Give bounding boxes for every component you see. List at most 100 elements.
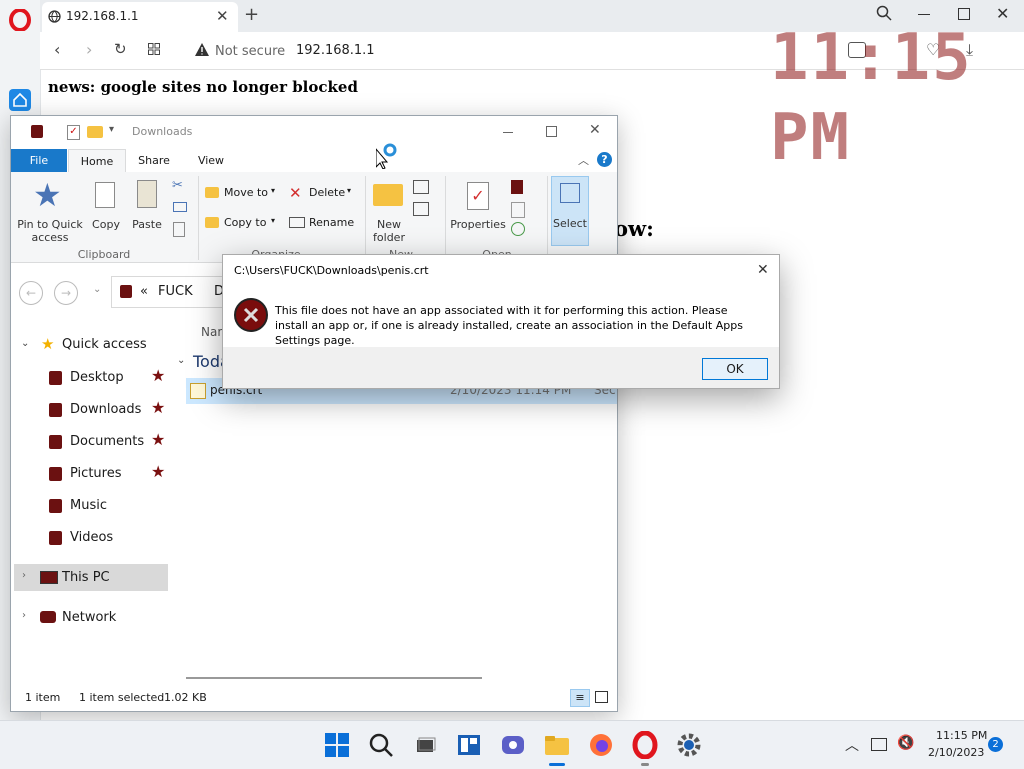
- pin-star-icon: ★: [33, 176, 62, 214]
- opera-logo-icon[interactable]: [9, 8, 31, 32]
- quick-access-chevron-icon[interactable]: ⌄: [21, 338, 29, 349]
- chat-icon[interactable]: [499, 731, 527, 759]
- widgets-icon[interactable]: [455, 731, 483, 759]
- ribbon-tab-view[interactable]: View: [186, 149, 236, 172]
- settings-gear-icon[interactable]: [675, 731, 703, 759]
- new-folder-button[interactable]: New folder: [369, 178, 409, 244]
- sidebar-item-label: Music: [70, 498, 107, 513]
- properties-check-icon[interactable]: ✓: [67, 125, 80, 140]
- opera-taskbar-icon[interactable]: [631, 730, 659, 760]
- copy-button[interactable]: Copy: [89, 178, 123, 232]
- network-chevron-icon: ›: [22, 610, 26, 621]
- horizontal-scrollbar[interactable]: [186, 677, 482, 679]
- tray-chevron-up-icon[interactable]: ︿: [845, 735, 859, 755]
- breadcrumb[interactable]: « FUCK D: [111, 276, 233, 308]
- copy-to-button[interactable]: Copy to ▾: [205, 214, 283, 236]
- url-text[interactable]: 192.168.1.1: [296, 43, 375, 58]
- ribbon-body: ★ Pin to Quick access Copy Paste ✂ Clipb…: [11, 172, 617, 263]
- notification-badge[interactable]: 2: [988, 737, 1003, 752]
- nav-back-icon[interactable]: ←: [19, 281, 43, 305]
- edit-icon[interactable]: [511, 202, 525, 218]
- select-button[interactable]: Select: [551, 176, 589, 246]
- browser-tab[interactable]: 192.168.1.1 ✕: [42, 2, 238, 32]
- folder-icon[interactable]: [87, 126, 103, 138]
- qat-chevron-down-icon[interactable]: ▾: [109, 124, 114, 135]
- paste-shortcut-icon[interactable]: [173, 222, 185, 237]
- computer-icon: [40, 571, 58, 584]
- new-folder-icon: [373, 184, 403, 206]
- folder-icon: [49, 403, 62, 417]
- minimize-icon[interactable]: [918, 14, 930, 15]
- this-pc-item[interactable]: › This PC: [14, 564, 168, 591]
- taskbar-time[interactable]: 11:15 PM: [936, 729, 987, 742]
- cut-icon[interactable]: ✂: [172, 178, 183, 193]
- page-partial-heading: ow:: [614, 216, 654, 241]
- ok-button[interactable]: OK: [702, 358, 768, 380]
- breadcrumb-icon: [120, 285, 132, 298]
- paste-button[interactable]: Paste: [129, 178, 165, 232]
- properties-icon: ✓: [467, 182, 489, 210]
- taskbar-date[interactable]: 2/10/2023: [928, 746, 984, 759]
- forward-icon[interactable]: ›: [86, 40, 92, 59]
- ribbon-divider: [445, 176, 446, 260]
- move-to-button[interactable]: Move to ▾: [205, 184, 283, 206]
- dialog-close-icon[interactable]: ✕: [757, 262, 769, 278]
- ribbon-tab-home[interactable]: Home: [68, 149, 126, 173]
- rename-button[interactable]: Rename: [289, 214, 359, 236]
- open-icon[interactable]: [511, 180, 523, 194]
- pinned-star-icon[interactable]: ★: [151, 462, 165, 481]
- sidebar-item-music[interactable]: Music: [11, 492, 179, 519]
- properties-button[interactable]: ✓ Properties: [449, 178, 507, 242]
- network-label: Network: [62, 610, 117, 625]
- dialog-footer: [223, 347, 779, 388]
- ribbon-collapse-chevron-up-icon[interactable]: ︿: [578, 152, 589, 168]
- explorer-close-icon[interactable]: ✕: [589, 122, 601, 138]
- search-icon[interactable]: [367, 731, 395, 759]
- ribbon-divider: [198, 176, 199, 260]
- history-icon[interactable]: [511, 222, 525, 236]
- security-label[interactable]: Not secure: [215, 44, 285, 59]
- pinned-star-icon[interactable]: ★: [151, 430, 165, 449]
- network-tray-icon[interactable]: [871, 738, 887, 751]
- pinned-star-icon[interactable]: ★: [151, 398, 165, 417]
- group-chevron-icon[interactable]: ⌄: [177, 355, 185, 366]
- home-icon[interactable]: [9, 89, 31, 111]
- sidebar-item-documents[interactable]: Documents ★: [11, 428, 179, 455]
- start-windows-icon[interactable]: [323, 731, 351, 759]
- recent-chevron-down-icon[interactable]: ⌄: [93, 284, 101, 295]
- ribbon-tab-share[interactable]: Share: [129, 149, 179, 172]
- pin-quick-access-button[interactable]: ★ Pin to Quick access: [17, 176, 83, 244]
- copy-path-icon[interactable]: [173, 202, 187, 212]
- volume-muted-icon[interactable]: 🔇: [897, 735, 914, 751]
- quick-access-label[interactable]: Quick access: [62, 337, 147, 352]
- firefox-icon[interactable]: [587, 731, 615, 759]
- speed-dial-icon[interactable]: [148, 43, 160, 55]
- paste-icon: [137, 180, 157, 208]
- warning-icon[interactable]: [195, 43, 209, 56]
- help-icon[interactable]: ?: [597, 152, 612, 167]
- sidebar-item-downloads[interactable]: Downloads ★: [11, 396, 179, 423]
- explorer-minimize-icon[interactable]: [503, 132, 513, 133]
- breadcrumb-prefix: «: [140, 284, 148, 299]
- easy-access-icon[interactable]: [413, 202, 429, 216]
- sidebar-item-desktop[interactable]: Desktop ★: [11, 364, 179, 391]
- breadcrumb-part-1[interactable]: FUCK: [158, 284, 193, 299]
- explorer-maximize-icon[interactable]: [546, 126, 557, 137]
- sidebar-item-videos[interactable]: Videos: [11, 524, 179, 551]
- task-view-icon[interactable]: [411, 731, 439, 759]
- details-view-icon[interactable]: ≡: [570, 689, 590, 707]
- reload-icon[interactable]: ↻: [114, 40, 127, 58]
- back-icon[interactable]: ‹: [54, 40, 60, 59]
- file-explorer-taskbar-icon[interactable]: [543, 731, 571, 759]
- large-icons-view-icon[interactable]: [595, 691, 608, 703]
- folder-icon: [49, 435, 62, 449]
- nav-forward-icon[interactable]: →: [54, 281, 78, 305]
- tab-close-icon[interactable]: ✕: [216, 7, 229, 25]
- pinned-star-icon[interactable]: ★: [151, 366, 165, 385]
- sidebar-item-pictures[interactable]: Pictures ★: [11, 460, 179, 487]
- network-item[interactable]: › Network: [14, 604, 168, 631]
- new-item-icon[interactable]: [413, 180, 429, 194]
- new-tab-button[interactable]: +: [244, 4, 259, 25]
- delete-button[interactable]: ✕ Delete ▾: [289, 184, 359, 206]
- ribbon-tab-file[interactable]: File: [11, 149, 67, 172]
